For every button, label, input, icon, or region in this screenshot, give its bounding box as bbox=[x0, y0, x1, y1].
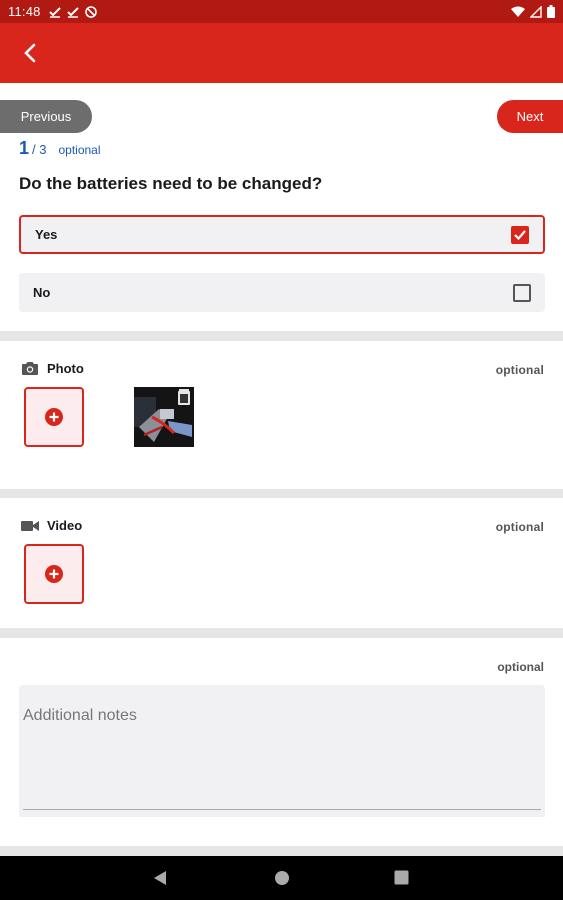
photo-thumbnail-image bbox=[134, 387, 194, 447]
add-photo-button[interactable] bbox=[24, 387, 84, 447]
notes-section: optional Additional notes bbox=[0, 638, 563, 846]
camera-icon bbox=[22, 362, 38, 375]
check-notification-icon bbox=[48, 6, 61, 18]
check-notification-icon bbox=[66, 6, 79, 18]
additional-notes-input[interactable]: Additional notes bbox=[19, 685, 545, 817]
video-section-title: Video bbox=[47, 518, 83, 533]
option-no-label: No bbox=[33, 285, 51, 300]
checkbox-checked-icon[interactable] bbox=[511, 225, 529, 244]
input-underline bbox=[23, 809, 541, 810]
option-yes-label: Yes bbox=[35, 227, 58, 242]
add-circle-icon bbox=[45, 408, 63, 426]
notes-optional-label: optional bbox=[497, 660, 544, 674]
checkbox-unchecked-icon[interactable] bbox=[513, 283, 531, 302]
sync-blocked-icon bbox=[84, 5, 97, 18]
nav-recents-icon[interactable] bbox=[394, 870, 409, 890]
photo-optional-label: optional bbox=[495, 363, 544, 377]
photo-section-title: Photo bbox=[47, 361, 84, 376]
add-circle-icon bbox=[45, 565, 63, 583]
video-section: Video optional bbox=[0, 498, 563, 628]
system-navigation-bar bbox=[0, 856, 563, 900]
progress-total: / 3 bbox=[32, 142, 47, 157]
status-time: 11:48 bbox=[8, 4, 41, 19]
photo-section: Photo optional bbox=[0, 341, 563, 489]
photo-thumbnail[interactable] bbox=[134, 387, 194, 447]
video-camera-icon bbox=[21, 520, 39, 531]
nav-back-icon[interactable] bbox=[153, 870, 167, 891]
next-button[interactable]: Next bbox=[497, 100, 563, 133]
add-video-button[interactable] bbox=[24, 544, 84, 604]
previous-button[interactable]: Previous bbox=[0, 100, 92, 133]
photo-section-header: Photo bbox=[21, 361, 84, 376]
question-optional-label: optional bbox=[58, 143, 101, 157]
question-card: Previous Next 1 / 3 optional Do the batt… bbox=[0, 83, 563, 331]
status-bar: 11:48 bbox=[0, 0, 563, 23]
back-button[interactable] bbox=[14, 37, 46, 69]
progress-current: 1 bbox=[19, 138, 30, 158]
wifi-icon bbox=[511, 6, 525, 17]
nav-home-icon[interactable] bbox=[274, 870, 290, 891]
additional-notes-placeholder: Additional notes bbox=[23, 707, 137, 724]
app-bar bbox=[0, 23, 563, 83]
video-optional-label: optional bbox=[495, 520, 544, 534]
question-title: Do the batteries need to be changed? bbox=[19, 174, 323, 193]
progress-indicator: 1 / 3 optional bbox=[19, 138, 101, 159]
video-section-header: Video bbox=[21, 518, 82, 533]
option-no[interactable]: No bbox=[19, 273, 545, 312]
signal-icon bbox=[530, 5, 542, 18]
chevron-left-icon bbox=[24, 43, 36, 63]
battery-icon bbox=[547, 5, 555, 18]
option-yes[interactable]: Yes bbox=[19, 215, 545, 254]
